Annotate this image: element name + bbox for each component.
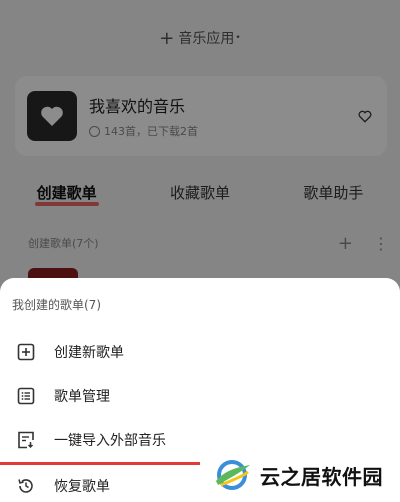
watermark: 云之居软件园	[212, 452, 398, 498]
plus-square-icon	[16, 342, 36, 362]
watermark-logo-icon	[216, 460, 250, 490]
create-playlist-label: 创建新歌单	[54, 345, 124, 361]
list-manage-icon	[16, 386, 36, 406]
restore-playlist-label: 恢复歌单	[54, 479, 110, 495]
import-music-icon	[16, 430, 36, 450]
import-music-label: 一键导入外部音乐	[54, 433, 166, 449]
manage-playlist-label: 歌单管理	[54, 389, 110, 405]
manage-playlist-item[interactable]: 歌单管理	[0, 378, 400, 414]
restore-history-icon	[16, 476, 36, 496]
accent-divider	[0, 462, 200, 465]
create-playlist-item[interactable]: 创建新歌单	[0, 334, 400, 370]
watermark-text: 云之居软件园	[260, 464, 383, 489]
sheet-title: 我创建的歌单(7)	[12, 298, 101, 312]
